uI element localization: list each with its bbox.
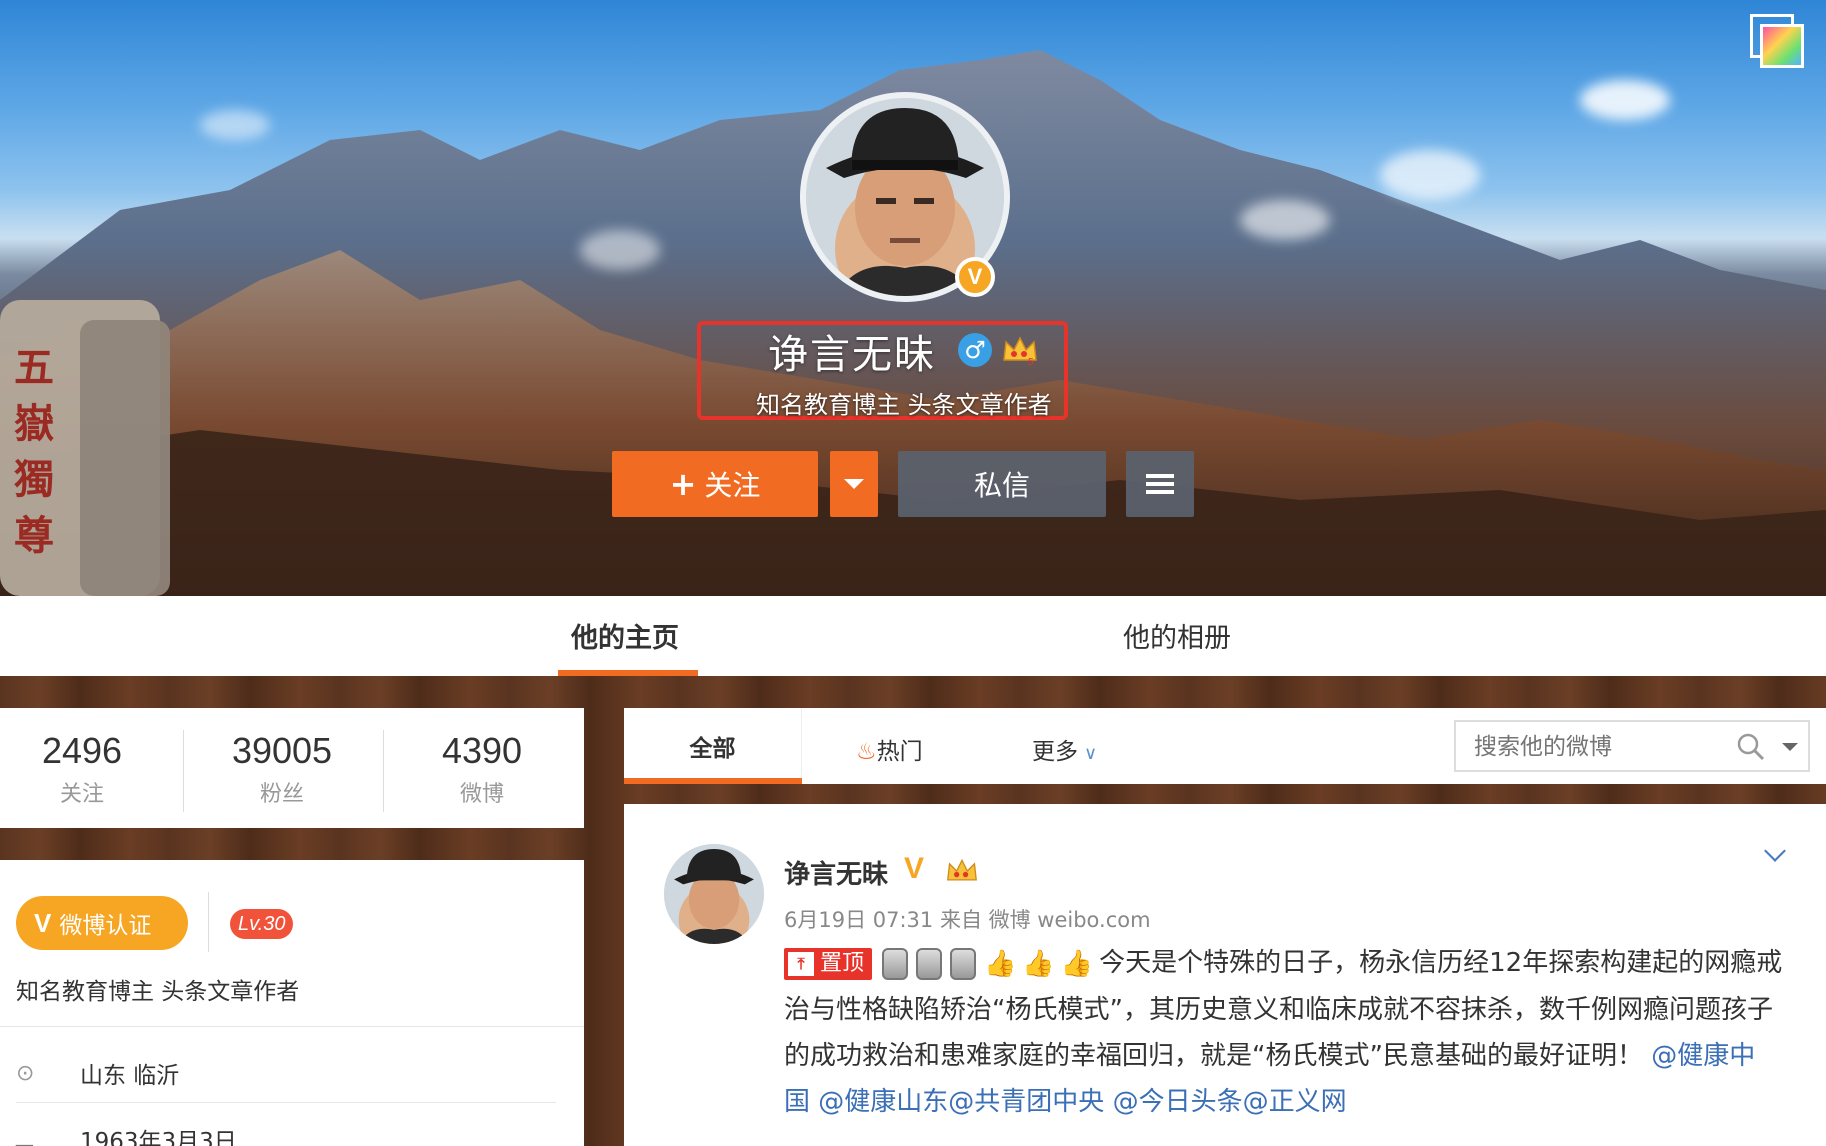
stone-inscription: 五嶽獨尊 (14, 344, 54, 559)
level-badge[interactable]: Lv.30 (230, 909, 294, 939)
stat-divider (183, 730, 184, 812)
mention-link[interactable]: @共青团中央 (948, 1087, 1104, 1117)
info-description: 知名教育博主 头条文章作者 (16, 979, 300, 1005)
verified-icon: V (904, 852, 925, 885)
post-options-chevron-icon[interactable] (1764, 840, 1786, 862)
feed-tab-all[interactable]: 全部 (624, 708, 802, 784)
microphone-emoji-icon (882, 947, 909, 980)
following-count: 2496 (41, 730, 123, 771)
stat-followers[interactable]: 39005 粉丝 (187, 730, 377, 808)
follow-button[interactable]: + 关注 (612, 451, 818, 517)
pinned-post-card: 诤言无昧 V 6月19日 07:31 来自 微博 weibo.com ⤒ 置顶 👍 👍… (624, 804, 1826, 1146)
cloud (1240, 200, 1330, 240)
profile-cover: 五嶽獨尊 V 诤言无昧 ♂ 5 知名教育博主 头条文章作者 + 关注 私信 (0, 0, 1826, 596)
feed-tab-hot[interactable]: ♨热门 (856, 732, 923, 766)
microphone-emoji-icon (916, 947, 943, 980)
gender-male-icon: ♂ (958, 333, 992, 367)
verified-icon: V (955, 257, 995, 297)
posts-count: 4390 (441, 730, 523, 771)
profile-description: 知名教育博主 头条文章作者 (756, 391, 1052, 419)
divider (16, 1102, 556, 1103)
stat-following[interactable]: 2496 关注 (0, 730, 177, 808)
post-author-name[interactable]: 诤言无昧 (784, 854, 888, 891)
pin-icon: ⤒ (788, 951, 814, 976)
thumbs-up-emoji-icon: 👍 (1060, 948, 1094, 979)
divider (0, 1026, 584, 1027)
post-meta: 6月19日 07:31 来自 微博 weibo.com (784, 908, 1151, 932)
location-icon: ⊙ (16, 1060, 35, 1086)
stat-posts[interactable]: 4390 微博 (387, 730, 577, 808)
svg-text:5: 5 (1028, 357, 1034, 366)
follow-dropdown-button[interactable] (830, 451, 878, 517)
following-label: 关注 (59, 782, 104, 807)
tab-album[interactable]: 他的相册 (1123, 616, 1231, 655)
post-body: ⤒ 置顶 👍 👍 👍 今天是个特殊的日子，杨永信历经12年探索构建起的网瘾戒治与性格缺陷矫… (784, 940, 1794, 1125)
verify-label: 微博认证 (59, 913, 152, 939)
stat-divider (383, 730, 384, 812)
cloud (1580, 80, 1670, 120)
chevron-down-icon (844, 479, 864, 489)
weibo-verify-badge[interactable]: V 微博认证 (16, 896, 188, 950)
feed-tab-more[interactable]: 更多 ∨ (1032, 732, 1097, 766)
posts-label: 微博 (459, 782, 504, 807)
location-text: 山东 临沂 (80, 1063, 180, 1089)
profile-tab-bar: 他的主页 他的相册 (0, 596, 1826, 676)
post-author-avatar[interactable] (664, 844, 764, 944)
cloud (580, 230, 660, 270)
flame-icon: ♨ (856, 739, 877, 765)
active-tab-indicator (624, 778, 802, 784)
vip-crown-icon[interactable] (946, 856, 978, 886)
message-button[interactable]: 私信 (898, 451, 1106, 517)
mention-link[interactable]: @健康山东 (818, 1087, 948, 1117)
profile-name: 诤言无昧 (768, 332, 936, 378)
pin-label: 置顶 (820, 950, 865, 976)
feed-tab-hot-label: 热门 (876, 739, 923, 765)
pinned-badge: ⤒ 置顶 (784, 947, 873, 980)
follow-button-label: 关注 (704, 469, 761, 502)
menu-icon[interactable] (1126, 451, 1194, 517)
post-search-box (1454, 720, 1810, 772)
birthday-icon: ▂ (16, 1126, 33, 1146)
microphone-emoji-icon (950, 947, 977, 980)
birthday-row: ▂ 1963年3月3日 (16, 1122, 237, 1146)
thumbs-up-emoji-icon: 👍 (1022, 948, 1055, 979)
feed-tab-more-label: 更多 (1032, 739, 1078, 765)
mention-link[interactable]: @今日头条 (1113, 1087, 1243, 1117)
switch-cover-icon[interactable] (1750, 14, 1804, 68)
stats-card: 2496 关注 39005 粉丝 4390 微博 (0, 708, 584, 828)
message-button-label: 私信 (973, 469, 1030, 502)
verified-icon: V (34, 907, 52, 938)
mention-link[interactable]: @正义网 (1243, 1087, 1347, 1117)
location-row: ⊙ 山东 临沂 (16, 1056, 179, 1090)
profile-info-card: V 微博认证 Lv.30 知名教育博主 头条文章作者 ⊙ 山东 临沂 ▂ 196… (0, 860, 584, 1146)
chevron-down-icon[interactable] (1782, 743, 1798, 751)
cloud (200, 110, 270, 140)
tab-home[interactable]: 他的主页 (571, 616, 679, 655)
vip-crown-icon[interactable]: 5 (1002, 334, 1038, 366)
feed-filter-bar: 全部 ♨热门 更多 ∨ (624, 708, 1826, 784)
birthday-text: 1963年3月3日 (80, 1129, 237, 1146)
divider (208, 892, 209, 952)
followers-label: 粉丝 (259, 782, 304, 807)
followers-count: 39005 (231, 730, 333, 771)
plus-icon: + (669, 465, 697, 503)
cloud (1380, 150, 1480, 200)
search-icon[interactable] (1736, 732, 1766, 762)
search-input[interactable] (1474, 734, 1714, 760)
thumbs-up-emoji-icon: 👍 (984, 948, 1017, 979)
chevron-down-icon: ∨ (1084, 743, 1098, 764)
